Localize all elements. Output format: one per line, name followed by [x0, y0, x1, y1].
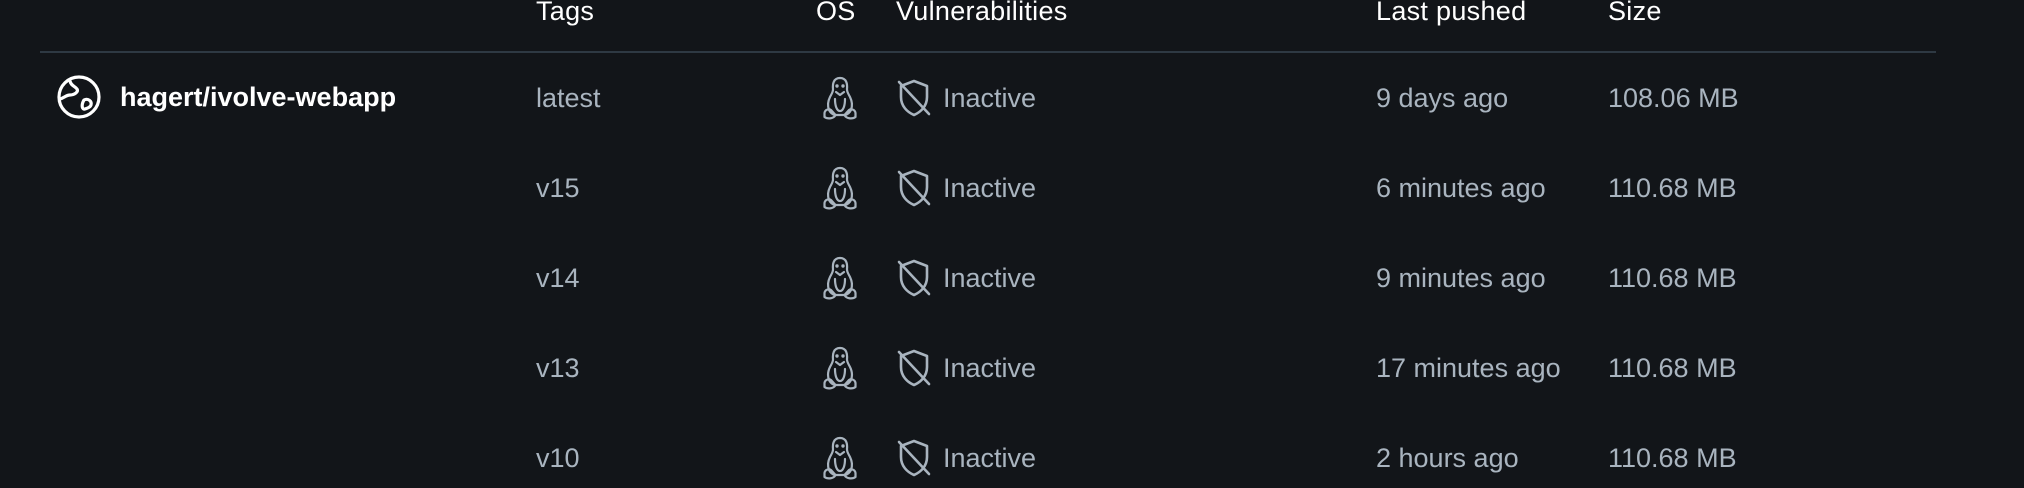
- header-divider: [40, 51, 1936, 53]
- tag-cell[interactable]: latest: [536, 68, 601, 128]
- shield-off-icon: [896, 78, 932, 118]
- tag-cell[interactable]: v14: [536, 248, 580, 308]
- column-header-size[interactable]: Size: [1608, 0, 1662, 27]
- vulnerability-cell[interactable]: Inactive: [896, 338, 1036, 398]
- last-pushed-cell: 6 minutes ago: [1376, 172, 1546, 203]
- table-row[interactable]: latest Inactive 9 days ago 108.06 MB: [0, 68, 2024, 128]
- table-row[interactable]: v10 Inactive 2 hours ago 110.68 MB: [0, 428, 2024, 488]
- vulnerability-cell[interactable]: Inactive: [896, 68, 1036, 128]
- tag-cell[interactable]: v13: [536, 338, 580, 398]
- linux-icon: [822, 255, 858, 301]
- os-cell: [822, 158, 858, 218]
- last-pushed-cell: 9 minutes ago: [1376, 262, 1546, 293]
- size-cell: 110.68 MB: [1608, 262, 1737, 293]
- os-cell: [822, 338, 858, 398]
- table-row[interactable]: v14 Inactive 9 minutes ago 110.68 MB: [0, 248, 2024, 308]
- table-row[interactable]: v15 Inactive 6 minutes ago 110.68 MB: [0, 158, 2024, 218]
- last-pushed-cell: 17 minutes ago: [1376, 352, 1561, 383]
- os-cell: [822, 248, 858, 308]
- tag-cell[interactable]: v10: [536, 428, 580, 488]
- size-cell: 110.68 MB: [1608, 352, 1737, 383]
- shield-off-icon: [896, 168, 932, 208]
- linux-icon: [822, 165, 858, 211]
- vulnerability-status: Inactive: [943, 262, 1037, 293]
- size-cell: 110.68 MB: [1608, 172, 1737, 203]
- shield-off-icon: [896, 348, 932, 388]
- os-cell: [822, 428, 858, 488]
- column-header-tags[interactable]: Tags: [536, 0, 594, 27]
- linux-icon: [822, 435, 858, 481]
- table-header: Tags OS Vulnerabilities Last pushed Size: [0, 0, 2024, 52]
- tag-cell[interactable]: v15: [536, 158, 580, 218]
- linux-icon: [822, 345, 858, 391]
- linux-icon: [822, 75, 858, 121]
- column-header-vulnerabilities[interactable]: Vulnerabilities: [896, 0, 1068, 27]
- column-header-last-pushed[interactable]: Last pushed: [1376, 0, 1526, 27]
- size-cell: 108.06 MB: [1608, 82, 1739, 113]
- vulnerability-status: Inactive: [943, 352, 1037, 383]
- os-cell: [822, 68, 858, 128]
- shield-off-icon: [896, 258, 932, 298]
- vulnerability-cell[interactable]: Inactive: [896, 248, 1036, 308]
- size-cell: 110.68 MB: [1608, 442, 1737, 473]
- vulnerability-cell[interactable]: Inactive: [896, 158, 1036, 218]
- last-pushed-cell: 9 days ago: [1376, 82, 1509, 113]
- vulnerability-status: Inactive: [943, 442, 1037, 473]
- last-pushed-cell: 2 hours ago: [1376, 442, 1519, 473]
- shield-off-icon: [896, 438, 932, 478]
- vulnerability-cell[interactable]: Inactive: [896, 428, 1036, 488]
- vulnerability-status: Inactive: [943, 82, 1037, 113]
- column-header-os[interactable]: OS: [816, 0, 856, 27]
- vulnerability-status: Inactive: [943, 172, 1037, 203]
- table-row[interactable]: v13 Inactive 17 minutes ago 110.68 MB: [0, 338, 2024, 398]
